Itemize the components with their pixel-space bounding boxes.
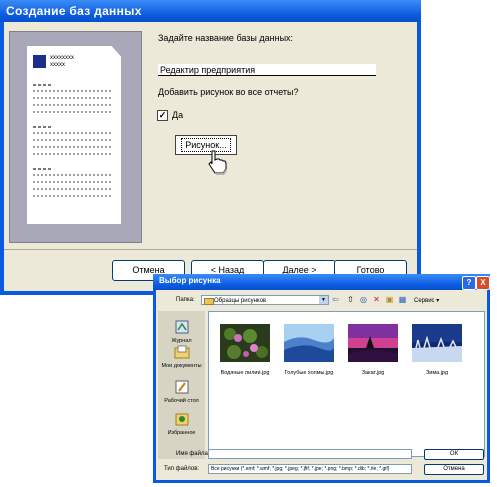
- checkbox-label: Да: [172, 110, 184, 120]
- wizard-title-bar[interactable]: Создание баз данных: [0, 0, 421, 22]
- file-type-label: Тип файлов:: [164, 466, 200, 472]
- file-name: Закат.jpg: [361, 370, 385, 376]
- dialog-title-bar[interactable]: Выбор рисунка ? X: [153, 274, 490, 290]
- blue-hills-thumbnail: [284, 324, 334, 362]
- close-button[interactable]: X: [476, 276, 490, 290]
- place-favorites[interactable]: Избранное: [158, 411, 205, 436]
- views-icon[interactable]: ▦: [398, 295, 407, 304]
- file-name-input[interactable]: [208, 449, 412, 459]
- my-documents-icon: [174, 345, 189, 359]
- place-label: Рабочий стол: [164, 398, 199, 404]
- file-name: Водяные лилии.jpg: [220, 370, 270, 376]
- dialog-title: Выбор рисунка: [159, 276, 221, 285]
- name-prompt-label: Задайте название базы данных:: [158, 33, 294, 43]
- preview-line: [33, 126, 53, 128]
- report-preview-panel: xxxxxxxx xxxxx: [9, 31, 142, 243]
- preview-line: [33, 181, 111, 183]
- look-in-label: Папка:: [176, 297, 195, 303]
- chevron-down-icon[interactable]: ▼: [319, 296, 328, 304]
- desktop-icon: [175, 380, 188, 394]
- search-web-icon[interactable]: ◎: [359, 295, 368, 304]
- wizard-separator: [4, 249, 417, 250]
- dialog-body: Папка: Образцы рисунков ▼ ⇦ ⇧ ◎ ✕ ▣ ▦ Се…: [156, 290, 487, 480]
- preview-header-2: xxxxx: [50, 62, 65, 68]
- preview-line: [33, 188, 111, 190]
- history-icon: [175, 320, 188, 334]
- file-item[interactable]: Закат.jpg: [345, 324, 401, 376]
- preview-line: [33, 195, 111, 197]
- preview-line: [33, 90, 111, 92]
- file-item[interactable]: Зима.jpg: [409, 324, 465, 376]
- preview-header-1: xxxxxxxx: [50, 55, 74, 61]
- places-bar: Журнал Мои документы Рабочий стол Избран…: [158, 311, 205, 459]
- preview-line: [33, 153, 111, 155]
- file-list[interactable]: Водяные лилии.jpg Голубые холмы.jpg Зака…: [208, 311, 485, 457]
- preview-line: [33, 111, 111, 113]
- preview-line: [33, 168, 53, 170]
- place-my-documents[interactable]: Мои документы: [158, 344, 205, 369]
- place-desktop[interactable]: Рабочий стол: [158, 379, 205, 404]
- preview-line: [33, 97, 111, 99]
- file-item[interactable]: Водяные лилии.jpg: [217, 324, 273, 376]
- up-folder-icon[interactable]: ⇧: [346, 295, 355, 304]
- add-picture-checkbox[interactable]: ✓: [157, 110, 168, 121]
- wizard-title: Создание баз данных: [6, 4, 142, 18]
- preview-line: [33, 84, 53, 86]
- delete-icon[interactable]: ✕: [372, 295, 381, 304]
- tools-label: Сервис: [414, 298, 435, 304]
- folder-icon: [204, 298, 214, 305]
- hand-cursor-icon: [208, 150, 227, 175]
- preview-line: [33, 174, 111, 176]
- help-button[interactable]: ?: [462, 276, 476, 290]
- preview-line: [33, 132, 111, 134]
- sunset-thumbnail: [348, 324, 398, 362]
- winter-thumbnail: [412, 324, 462, 362]
- file-item[interactable]: Голубые холмы.jpg: [281, 324, 337, 376]
- place-history[interactable]: Журнал: [158, 319, 205, 344]
- report-preview-page: xxxxxxxx xxxxx: [27, 46, 121, 224]
- select-picture-dialog: Выбор рисунка ? X Папка: Образцы рисунко…: [153, 274, 490, 483]
- preview-line: [33, 104, 111, 106]
- preview-line: [33, 139, 111, 141]
- preview-line: [33, 146, 111, 148]
- place-label: Избранное: [167, 430, 196, 436]
- favorites-icon: [175, 413, 188, 426]
- database-wizard-window: Создание баз данных xxxxxxxx xxxxx Задай…: [0, 0, 421, 295]
- file-name: Голубые холмы.jpg: [284, 370, 334, 376]
- file-type-select[interactable]: Все рисунки (*.emf; *.wmf; *.jpg; *.jpeg…: [208, 464, 412, 474]
- preview-logo-icon: [33, 55, 46, 68]
- place-label: Мои документы: [161, 363, 202, 369]
- water-lilies-thumbnail: [220, 324, 270, 362]
- tools-menu[interactable]: Сервис ▾: [414, 297, 439, 304]
- back-arrow-icon[interactable]: ⇦: [331, 295, 340, 304]
- ok-button[interactable]: ОК: [424, 449, 484, 460]
- look-in-value: Образцы рисунков: [214, 298, 267, 304]
- file-name: Зима.jpg: [425, 370, 449, 376]
- database-name-input[interactable]: Редактир предприятия: [158, 64, 376, 76]
- picture-prompt-label: Добавить рисунок во все отчеты?: [158, 87, 299, 97]
- file-name-label: Имя файла:: [176, 451, 210, 457]
- look-in-dropdown[interactable]: Образцы рисунков ▼: [201, 295, 329, 305]
- dialog-cancel-button[interactable]: Отмена: [424, 464, 484, 475]
- new-folder-icon[interactable]: ▣: [385, 295, 394, 304]
- wizard-body: xxxxxxxx xxxxx Задайте название базы дан: [4, 22, 417, 291]
